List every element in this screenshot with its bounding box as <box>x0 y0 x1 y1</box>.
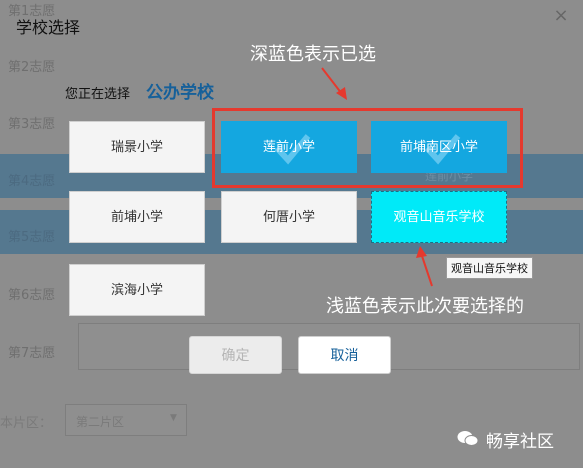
annotation-arrow-bottom <box>416 246 433 287</box>
dialog-title: 学校选择 <box>16 18 81 37</box>
background-choice-3: 第3志愿 <box>8 117 56 132</box>
school-label: 瑞景小学 <box>110 140 163 155</box>
school-label: 滨海小学 <box>110 283 163 298</box>
watermark: 畅享社区 <box>486 432 554 452</box>
background-choice-5: 第5志愿 <box>8 230 56 245</box>
school-option-guanyinshan[interactable]: 观音山音乐学校 <box>371 191 507 243</box>
school-option-ruijing[interactable]: 瑞景小学 <box>69 121 205 173</box>
school-label: 前埔小学 <box>110 210 163 225</box>
tooltip: 观音山音乐学校 <box>446 257 533 279</box>
highlight-box <box>212 108 523 188</box>
background-district-label: 本片区： <box>0 416 53 431</box>
close-button[interactable]: × <box>550 5 572 27</box>
annotation-dark-blue: 深蓝色表示已选 <box>250 44 376 65</box>
background-choice-2: 第2志愿 <box>8 60 56 75</box>
chevron-down-icon: ▼ <box>170 413 177 423</box>
school-option-binhai[interactable]: 滨海小学 <box>69 264 205 316</box>
background-district-value: 第二片区 <box>76 415 125 429</box>
confirm-button[interactable]: 确定 <box>189 336 282 374</box>
close-icon: × <box>553 5 569 26</box>
cancel-button[interactable]: 取消 <box>298 336 391 374</box>
background-choice-7: 第7志愿 <box>8 346 56 361</box>
selecting-value: 公办学校 <box>146 83 214 103</box>
background-choice-6: 第6志愿 <box>8 288 56 303</box>
background-choice-4: 第4志愿 <box>8 174 56 189</box>
annotation-arrow-top <box>321 67 347 100</box>
school-option-hecuo[interactable]: 何厝小学 <box>221 191 357 243</box>
school-label: 何厝小学 <box>262 210 315 225</box>
wechat-icon <box>457 431 479 446</box>
annotation-light-blue: 浅蓝色表示此次要选择的 <box>326 296 524 317</box>
school-option-qianpu[interactable]: 前埔小学 <box>69 191 205 243</box>
background-district-select: 第二片区 ▼ <box>65 404 187 436</box>
selecting-label: 您正在选择 <box>65 87 131 102</box>
school-label: 观音山音乐学校 <box>393 210 485 225</box>
